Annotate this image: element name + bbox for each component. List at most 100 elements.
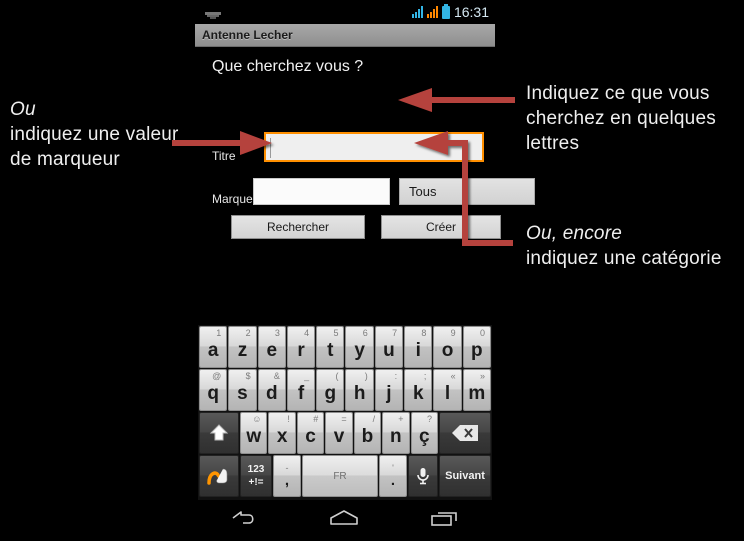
- virtual-keyboard[interactable]: 1a2z3e4r5t6y7u8i9o0p @ q $ s & d _ f(g) h: j; k «l»…: [198, 325, 492, 500]
- key-hint-i: 8: [421, 328, 427, 338]
- marqueur-input[interactable]: [253, 178, 390, 205]
- key-label-w: w: [246, 426, 262, 447]
- annotation-left-italic: Ou: [10, 99, 36, 120]
- app-title: Antenne Lecher: [202, 28, 293, 42]
- back-button[interactable]: [229, 507, 259, 534]
- swipe-gesture-key[interactable]: [199, 455, 239, 497]
- key-z[interactable]: 2z: [228, 326, 257, 368]
- key-ç[interactable]: ? ç: [410, 412, 438, 454]
- key-o[interactable]: 9o: [433, 326, 462, 368]
- battery-icon: [441, 3, 450, 19]
- key-h[interactable]: ) h: [345, 369, 374, 411]
- clock: 16:31: [453, 4, 489, 20]
- recents-button[interactable]: [429, 507, 461, 534]
- label-titre: Titre: [212, 149, 236, 163]
- home-icon: [330, 510, 358, 525]
- key-label-x: x: [276, 426, 288, 447]
- key-label-k: k: [412, 383, 424, 404]
- backspace-key[interactable]: [438, 412, 491, 454]
- key-y[interactable]: 6y: [345, 326, 374, 368]
- key-r[interactable]: 4r: [286, 326, 316, 368]
- key-label-g: g: [324, 383, 337, 404]
- key-s[interactable]: $ s: [228, 369, 257, 411]
- key-hint-x: !: [287, 414, 290, 424]
- key-n[interactable]: + n: [382, 412, 410, 454]
- key-hint-r: 4: [304, 328, 310, 338]
- key-hint-v: =: [341, 414, 347, 424]
- backspace-icon: [451, 425, 478, 441]
- annotation-bottom-right-italic: Ou, encore: [526, 223, 622, 244]
- key-hint-s: $: [245, 371, 251, 381]
- rechercher-button[interactable]: Rechercher: [231, 215, 365, 239]
- status-icons: 16:31: [411, 2, 489, 22]
- key-label-s: s: [237, 383, 248, 404]
- key-label-r: r: [297, 340, 305, 361]
- annotation-left-text: indiquez une valeur de marqueur: [10, 124, 179, 170]
- titre-input[interactable]: [264, 132, 484, 162]
- key-label-j: j: [386, 383, 392, 404]
- key-hint-u: 7: [392, 328, 398, 338]
- keyboard-row-4: 123 +!= - , FR ' . Suivant: [198, 455, 492, 497]
- key-j[interactable]: :j: [374, 369, 404, 411]
- phone-screen: 16:31 Antenne Lecher Que cherchez vous ?…: [195, 0, 535, 541]
- key-a[interactable]: 1a: [199, 326, 228, 368]
- key-l[interactable]: «l: [433, 369, 462, 411]
- key-label-a: a: [207, 340, 219, 361]
- key-f[interactable]: _ f: [286, 369, 316, 411]
- key-hint-j: :: [394, 371, 398, 381]
- back-icon: [232, 511, 254, 524]
- key-q[interactable]: @ q: [199, 369, 228, 411]
- key-e[interactable]: 3e: [257, 326, 286, 368]
- status-bar: 16:31: [195, 0, 495, 24]
- key-hint-f: _: [304, 371, 310, 381]
- key-label-l: l: [444, 383, 451, 404]
- key-label-v: v: [333, 426, 345, 447]
- annotation-top-right: Indiquez ce que vous cherchez en quelque…: [526, 56, 742, 156]
- key-label-f: f: [297, 383, 305, 404]
- key-i[interactable]: 8i: [404, 326, 433, 368]
- key-hint-a: 1: [216, 328, 222, 338]
- shift-key[interactable]: [199, 412, 239, 454]
- key-hint-b: /: [372, 414, 376, 424]
- enter-key[interactable]: Suivant: [439, 455, 491, 497]
- key-hint-ç: ?: [426, 414, 432, 424]
- swipe-gesture-icon: [207, 468, 228, 485]
- text-caret: [270, 138, 271, 158]
- key-label-b: b: [361, 426, 374, 447]
- key-u[interactable]: 7u: [374, 326, 404, 368]
- search-form: Que cherchez vous ? Titre Marqueur Tous …: [195, 47, 535, 305]
- comma-key-label: ,: [284, 472, 290, 489]
- key-p[interactable]: 0p: [462, 326, 491, 368]
- space-key[interactable]: FR: [302, 455, 378, 497]
- key-label-h: h: [353, 383, 366, 404]
- key-hint-g: (: [335, 371, 339, 381]
- key-b[interactable]: / b: [353, 412, 382, 454]
- creer-button[interactable]: Créer: [381, 215, 501, 239]
- microphone-key[interactable]: [408, 455, 438, 497]
- key-hint-k: ;: [423, 371, 427, 381]
- key-hint-o: 9: [450, 328, 456, 338]
- signal-strength-icon-1: [411, 6, 423, 18]
- key-g[interactable]: (g: [316, 369, 345, 411]
- key-hint-d: &: [273, 371, 280, 381]
- comma-key[interactable]: - ,: [273, 455, 301, 497]
- numeric-switch-key[interactable]: 123 +!=: [240, 455, 272, 497]
- key-w[interactable]: ☺ w: [240, 412, 268, 454]
- signal-strength-icon-2: [426, 6, 438, 18]
- key-c[interactable]: # c: [296, 412, 325, 454]
- key-x[interactable]: ! x: [268, 412, 296, 454]
- recents-icon: [431, 512, 457, 526]
- key-m[interactable]: » m: [462, 369, 491, 411]
- period-key[interactable]: ' .: [379, 455, 407, 497]
- period-key-label: .: [390, 472, 396, 489]
- key-hint-q: @: [212, 371, 222, 381]
- key-d[interactable]: & d: [257, 369, 286, 411]
- key-k[interactable]: ; k: [404, 369, 433, 411]
- key-label-q: q: [207, 383, 219, 404]
- categorie-spinner[interactable]: Tous: [399, 178, 535, 205]
- home-button[interactable]: [327, 507, 361, 534]
- key-label-z: z: [237, 340, 248, 361]
- numeric-switch-bottom: +!=: [248, 477, 264, 488]
- key-v[interactable]: = v: [325, 412, 353, 454]
- key-t[interactable]: 5t: [316, 326, 345, 368]
